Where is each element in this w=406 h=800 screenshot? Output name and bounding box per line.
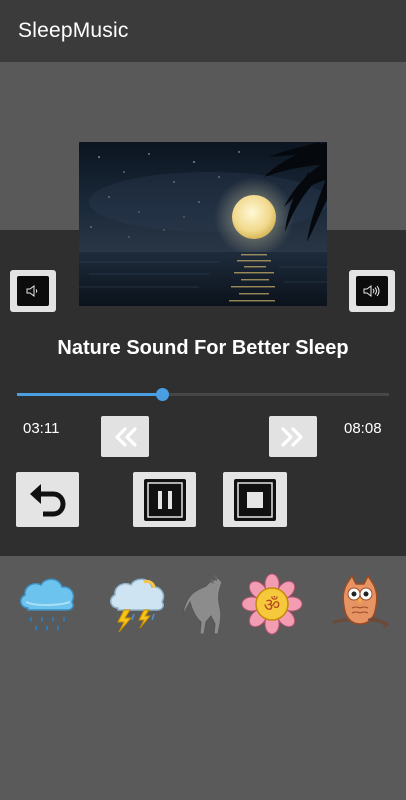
owl-icon (332, 574, 390, 629)
app-title: SleepMusic (18, 19, 129, 42)
pause-icon (143, 478, 186, 521)
fast-forward-button[interactable] (269, 416, 317, 457)
svg-text:ॐ: ॐ (264, 595, 280, 616)
stop-icon (234, 478, 276, 521)
sound-thunderstorm-button[interactable] (104, 572, 168, 638)
howling-wolf-icon (181, 574, 223, 635)
sound-om-button[interactable]: ॐ (240, 572, 304, 638)
seek-bar[interactable] (17, 388, 389, 401)
fast-forward-icon (281, 426, 303, 447)
moonlit-sea-image (79, 142, 327, 306)
rain-cloud-icon (20, 578, 75, 631)
rewind-icon (115, 426, 137, 447)
album-artwork (79, 142, 327, 306)
volume-down-icon (17, 276, 49, 306)
total-time: 08:08 (344, 420, 382, 437)
stop-button[interactable] (223, 472, 287, 527)
sound-owl-button[interactable] (328, 572, 392, 638)
repeat-button[interactable] (16, 472, 79, 527)
seek-thumb[interactable] (155, 388, 169, 401)
volume-up-icon (356, 276, 388, 306)
volume-down-button[interactable] (10, 270, 56, 312)
current-time: 03:11 (23, 420, 60, 437)
sound-wolf-button[interactable] (174, 572, 238, 638)
sound-rain-button[interactable] (14, 572, 78, 638)
volume-up-button[interactable] (349, 270, 395, 312)
repeat-back-icon (29, 483, 66, 516)
pause-button[interactable] (133, 472, 196, 527)
track-title: Nature Sound For Better Sleep (57, 337, 349, 359)
seek-progress (17, 393, 163, 396)
app-bar: SleepMusic (0, 0, 406, 62)
thunderstorm-icon (110, 578, 165, 633)
om-lotus-icon: ॐ (241, 573, 303, 635)
rewind-button[interactable] (101, 416, 149, 457)
